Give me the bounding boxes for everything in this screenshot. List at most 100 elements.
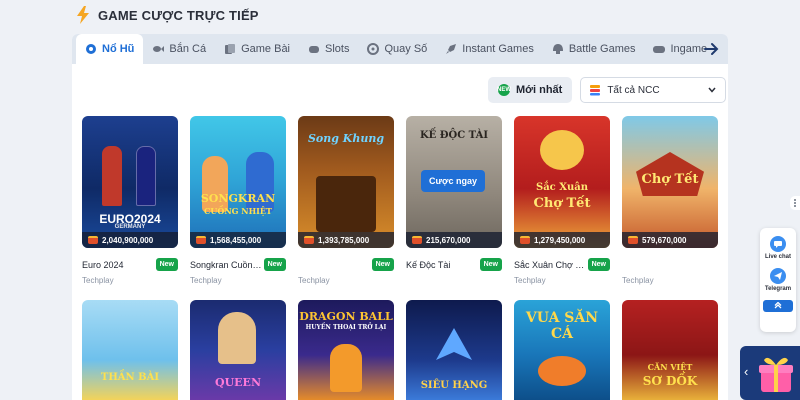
provider-name: Techplay — [190, 276, 222, 285]
player-figure — [102, 146, 122, 206]
thumb-title: Sắc Xuân — [535, 182, 589, 193]
jackpot-amount: 1,568,455,000 — [210, 235, 262, 245]
tab-quay-so[interactable]: Quay Số — [358, 36, 436, 62]
jackpot-bar: 215,670,000 — [406, 232, 502, 248]
new-tag: New — [371, 258, 394, 271]
thumb-subtitle: CUỒNG NHIỆT — [204, 206, 272, 216]
thumb-title: KẾ ĐỘC TÀI — [419, 130, 489, 141]
lightning-icon — [77, 6, 89, 24]
tab-instant-games[interactable]: Instant Games — [436, 36, 543, 62]
lottery-icon — [367, 43, 380, 55]
game-card[interactable]: KẾ ĐỘC TÀI Cược ngay 215,670,000 Kế Độc … — [406, 116, 502, 271]
jackpot-bar: 1,393,785,000 — [298, 232, 394, 248]
thumb-title: QUEEN — [215, 376, 261, 389]
live-chat-label[interactable]: Live chat — [765, 254, 791, 260]
game-card[interactable]: THẦN BÀI — [82, 300, 178, 400]
scroll-top-button[interactable] — [763, 300, 793, 312]
section-header: GAME CƯỢC TRỰC TIẾP — [76, 4, 259, 26]
game-card[interactable]: Sắc Xuân Chợ Tết 1,279,450,000 Sắc Xuân … — [514, 116, 610, 285]
layers-icon — [590, 85, 601, 96]
game-thumbnail[interactable]: DRAGON BALL HUYỀN THOẠI TRỞ LẠI — [298, 300, 394, 400]
bet-now-button[interactable]: Cược ngay — [421, 170, 485, 192]
game-thumbnail[interactable]: VUA SĂN CÁ — [514, 300, 610, 400]
thumb-title: SONGKRAN — [200, 192, 276, 205]
tab-label: Quay Số — [384, 43, 428, 55]
coin-icon — [88, 236, 98, 244]
jackpot-amount: 215,670,000 — [426, 235, 471, 245]
arrow-right-icon[interactable] — [702, 40, 720, 58]
game-card[interactable]: CĂN VIỆT SƠ DỐK — [622, 300, 718, 400]
tab-label: Game Bài — [241, 43, 291, 55]
game-card[interactable]: VUA SĂN CÁ — [514, 300, 610, 400]
provider-name: Techplay — [298, 276, 330, 285]
telegram-label[interactable]: Telegram — [765, 286, 791, 292]
dots-icon — [794, 199, 796, 207]
game-name[interactable]: Euro 2024 — [82, 260, 156, 270]
thumb-subtitle: Chợ Tết — [533, 196, 591, 211]
provider-name: Techplay — [82, 276, 114, 285]
new-badge-icon: NEW — [497, 84, 511, 96]
tab-label: Battle Games — [568, 43, 636, 55]
tab-label: Nổ Hũ — [102, 43, 135, 55]
jackpot-amount: 1,393,785,000 — [318, 235, 370, 245]
game-thumbnail[interactable]: THẦN BÀI — [82, 300, 178, 400]
gift-promo-widget[interactable]: ‹ — [740, 346, 800, 400]
game-name[interactable]: Songkran Cuồng Nhiệt — [190, 260, 264, 270]
game-thumbnail[interactable]: EURO2024 GERMANY 2,040,900,000 — [82, 116, 178, 248]
game-thumbnail[interactable]: QUEEN — [190, 300, 286, 400]
support-widget: Live chat Telegram — [760, 228, 796, 332]
jackpot-amount: 579,670,000 — [642, 235, 687, 245]
jackpot-bar: 2,040,900,000 — [82, 232, 178, 248]
game-card[interactable]: EURO2024 GERMANY 2,040,900,000 Euro 2024… — [82, 116, 178, 285]
thumb-title: Chợ Tết — [641, 172, 699, 187]
game-card[interactable]: SONGKRAN CUỒNG NHIỆT 1,568,455,000 Songk… — [190, 116, 286, 285]
jackpot-amount: 2,040,900,000 — [102, 235, 154, 245]
spaceship-figure — [436, 328, 472, 360]
coin-icon — [196, 236, 206, 244]
telegram-icon[interactable] — [770, 268, 786, 284]
tab-label: Instant Games — [462, 43, 534, 55]
slots-icon — [309, 46, 320, 53]
thumb-title: THẦN BÀI — [100, 372, 160, 383]
game-card[interactable]: SIÊU HẠNG — [406, 300, 502, 400]
new-tag: New — [479, 258, 502, 271]
game-card[interactable]: DRAGON BALL HUYỀN THOẠI TRỞ LẠI — [298, 300, 394, 400]
game-name[interactable]: Sắc Xuân Chợ Tết — [514, 260, 588, 270]
thumb-title: VUA SĂN CÁ — [525, 310, 599, 342]
thumb-subtitle: GERMANY — [114, 224, 146, 230]
tab-no-hu[interactable]: Nổ Hũ — [76, 34, 144, 64]
tab-ban-ca[interactable]: Bắn Cá — [143, 36, 215, 62]
new-tag: New — [155, 258, 178, 271]
game-thumbnail[interactable]: SIÊU HẠNG — [406, 300, 502, 400]
game-thumbnail[interactable]: CĂN VIỆT SƠ DỐK — [622, 300, 718, 400]
sort-newest-button[interactable]: NEW Mới nhất — [488, 77, 573, 103]
game-name[interactable]: Kế Độc Tài — [406, 260, 480, 270]
live-chat-icon[interactable] — [770, 236, 786, 252]
tab-slots[interactable]: Slots — [299, 36, 358, 62]
fish-icon — [153, 46, 165, 52]
game-thumbnail[interactable]: Chợ Tết 579,670,000 — [622, 116, 718, 248]
thumb-title: CĂN VIỆT — [647, 362, 693, 372]
thumb-subtitle: HUYỀN THOẠI TRỞ LẠI — [305, 324, 387, 331]
game-thumbnail[interactable]: Sắc Xuân Chợ Tết 1,279,450,000 — [514, 116, 610, 248]
game-card[interactable]: QUEEN — [190, 300, 286, 400]
game-card[interactable]: Chợ Tết 579,670,000 Techplay — [622, 116, 718, 285]
cards-icon — [225, 44, 236, 54]
tab-game-bai[interactable]: Game Bài — [215, 36, 299, 62]
game-thumbnail[interactable]: KẾ ĐỘC TÀI Cược ngay 215,670,000 — [406, 116, 502, 248]
more-options-handle[interactable] — [790, 196, 800, 210]
thumb-title: DRAGON BALL — [299, 310, 393, 323]
game-card[interactable]: Song Khung 1,393,785,000 New Techplay — [298, 116, 394, 285]
thumb-title: Song Khung — [307, 132, 385, 145]
provider-select[interactable]: Tất cả NCC — [580, 77, 727, 103]
chevron-left-icon[interactable]: ‹ — [744, 364, 748, 379]
character-figure — [218, 312, 256, 364]
fish-figure — [538, 356, 586, 386]
tab-battle-games[interactable]: Battle Games — [543, 36, 645, 62]
game-thumbnail[interactable]: Song Khung 1,393,785,000 — [298, 116, 394, 248]
sort-label: Mới nhất — [516, 84, 563, 96]
slot-icon — [86, 44, 96, 54]
character-figure — [330, 344, 362, 392]
gift-icon — [759, 357, 793, 392]
game-thumbnail[interactable]: SONGKRAN CUỒNG NHIỆT 1,568,455,000 — [190, 116, 286, 248]
